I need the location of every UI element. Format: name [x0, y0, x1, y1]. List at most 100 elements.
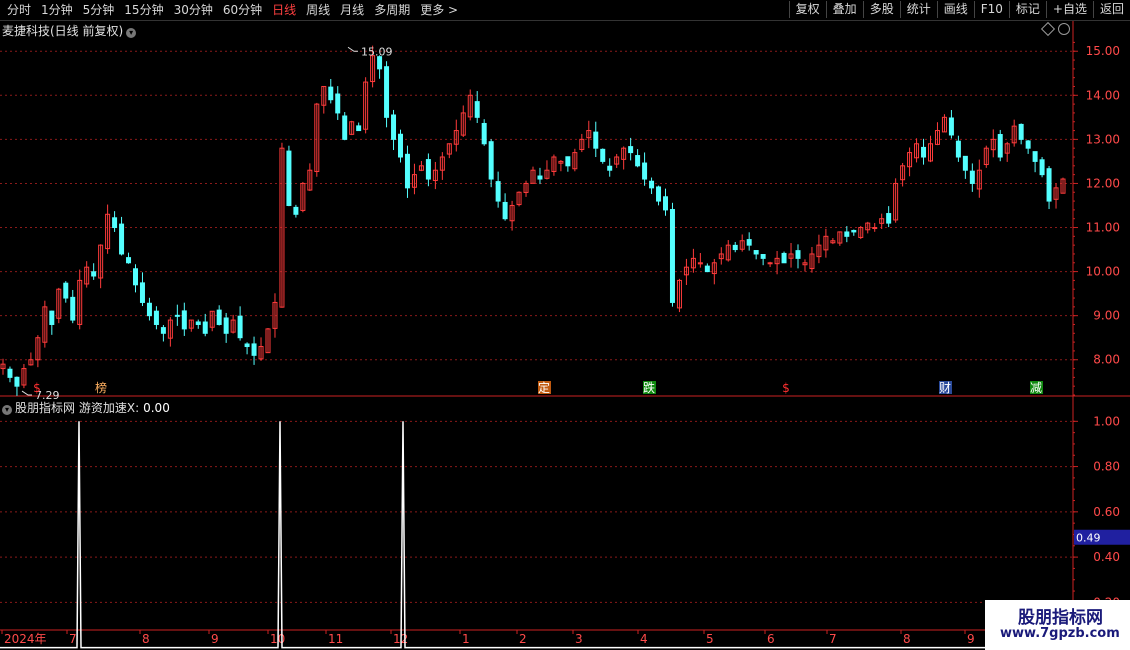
candle-body	[425, 159, 431, 180]
main-tick-label-3: 11.00	[1086, 221, 1120, 235]
event-marker-2: 定	[538, 380, 550, 395]
candle-body	[335, 93, 341, 114]
candle-body	[760, 254, 766, 259]
candle-body	[153, 310, 159, 325]
candle-body	[669, 209, 675, 303]
watermark-url: www.7gpzb.com	[1000, 626, 1120, 641]
sub-tick-label-1: 0.40	[1093, 550, 1120, 564]
x-tick-label-11: 5	[706, 632, 714, 646]
candle-body	[63, 282, 69, 299]
low-pointer	[21, 390, 32, 396]
candle-body	[969, 170, 975, 184]
candle-body	[126, 257, 132, 264]
candle-body	[391, 114, 397, 140]
candle-body	[1025, 140, 1031, 149]
candle-body	[565, 156, 571, 167]
candle-body	[886, 213, 892, 224]
candle-body	[7, 368, 13, 378]
main-tick-label-5: 13.00	[1086, 132, 1120, 146]
candle-body	[628, 146, 634, 154]
main-tick-label-2: 10.00	[1086, 265, 1120, 279]
candle-body	[139, 282, 145, 303]
candle-body	[767, 262, 773, 265]
candle-body	[160, 327, 166, 334]
candle-body	[1032, 151, 1038, 162]
main-tick-label-0: 8.00	[1093, 353, 1120, 367]
candle-body	[251, 343, 257, 356]
candle-body	[216, 309, 222, 325]
candle-body	[404, 153, 410, 189]
candle-body	[342, 115, 348, 140]
candle-body	[91, 271, 97, 277]
candle-body	[195, 321, 201, 325]
x-tick-label-1: 7	[69, 632, 77, 646]
event-marker-0: $	[33, 381, 41, 395]
candle-body	[70, 296, 76, 321]
candle-body	[593, 131, 599, 149]
candle-body	[1039, 159, 1045, 176]
candle-body	[244, 343, 250, 348]
candle-body	[488, 141, 494, 180]
x-tick-label-3: 9	[211, 632, 219, 646]
candle-body	[481, 122, 487, 145]
candle-body	[237, 315, 243, 339]
candle-body	[293, 206, 299, 215]
current-value-label: 0.49	[1076, 532, 1101, 545]
x-tick-label-15: 9	[967, 632, 975, 646]
main-tick-label-4: 12.00	[1086, 176, 1120, 190]
x-tick-label-10: 4	[640, 632, 648, 646]
candle-body	[997, 134, 1003, 158]
main-tick-label-7: 15.00	[1086, 44, 1120, 58]
kline-chart[interactable]: 8.009.0010.0011.0012.0013.0014.0015.0015…	[0, 0, 1130, 650]
candle-body	[921, 146, 927, 158]
candle-body	[663, 196, 668, 211]
candle-body	[223, 317, 229, 334]
candle-body	[795, 250, 801, 259]
high-label: 15.09	[361, 45, 393, 58]
candle-body	[133, 268, 138, 286]
event-marker-4: $	[782, 381, 790, 395]
candle-body	[14, 376, 20, 387]
x-tick-label-8: 2	[519, 632, 527, 646]
candle-body	[753, 250, 759, 255]
indicator-line	[0, 421, 1073, 649]
candle-body	[384, 66, 390, 118]
candle-body	[704, 265, 710, 273]
candle-body	[649, 180, 655, 189]
candle-body	[642, 162, 648, 180]
candle-body	[502, 201, 508, 220]
candle-body	[656, 186, 662, 202]
event-marker-5: 财	[939, 381, 951, 395]
candle-body	[732, 244, 738, 251]
sub-tick-label-2: 0.60	[1093, 505, 1120, 519]
candle-body	[607, 165, 613, 171]
sub-tick-label-3: 0.80	[1093, 460, 1120, 474]
candle-body	[49, 310, 55, 325]
candle-body	[955, 140, 961, 158]
watermark-title: 股朋指标网	[1018, 608, 1103, 628]
sub-tick-label-4: 1.00	[1093, 414, 1120, 428]
candle-body	[328, 86, 334, 101]
x-tick-label-13: 7	[829, 632, 837, 646]
candle-body	[286, 150, 292, 206]
event-marker-3: 跌	[643, 380, 655, 395]
x-tick-label-7: 1	[462, 632, 470, 646]
candle-body	[119, 223, 125, 255]
x-tick-label-5: 11	[328, 632, 343, 646]
event-marker-6: 减	[1030, 381, 1042, 395]
candle-body	[377, 56, 383, 70]
candle-body	[174, 314, 180, 317]
main-tick-label-1: 9.00	[1093, 309, 1120, 323]
candle-body	[474, 101, 480, 118]
candle-body	[181, 310, 187, 330]
candle-body	[356, 125, 362, 132]
candle-body	[112, 217, 118, 229]
candle-body	[781, 252, 787, 264]
x-tick-label-9: 3	[575, 632, 583, 646]
x-tick-label-0: 2024年	[4, 632, 47, 646]
candle-body	[146, 302, 152, 317]
candle-body	[537, 175, 543, 180]
candle-body	[746, 239, 752, 246]
candle-body	[948, 117, 954, 136]
candle-body	[635, 155, 641, 167]
